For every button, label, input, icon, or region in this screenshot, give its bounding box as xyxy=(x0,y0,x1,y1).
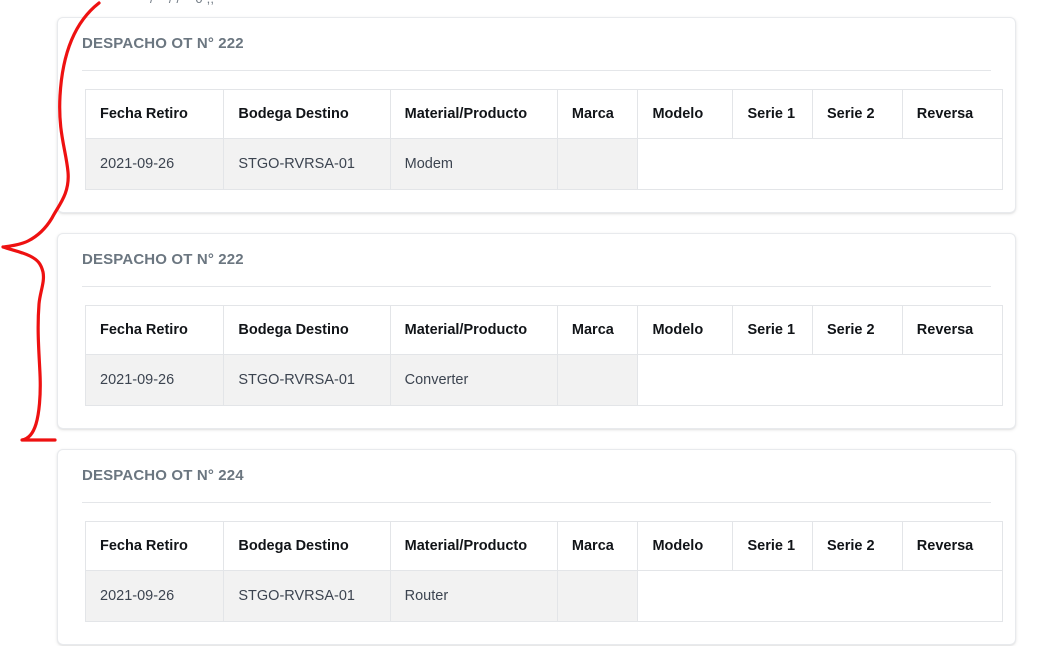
column-header-marca: Marca xyxy=(556,89,639,139)
cell-fecha-retiro: 2021-09-26 xyxy=(84,570,225,622)
dispatch-table: Fecha Retiro Bodega Destino Material/Pro… xyxy=(84,305,1004,406)
clipped-text-above-fold: / – / / – 0 ,, xyxy=(0,0,1046,7)
table-header-row: Fecha Retiro Bodega Destino Material/Pro… xyxy=(84,521,1004,571)
table-row: 2021-09-26 STGO-RVRSA-01 Router xyxy=(84,570,1003,622)
card-header: DESPACHO OT N° 222 xyxy=(58,18,1015,71)
column-header-serie-2: Serie 2 xyxy=(811,305,903,355)
table-row: 2021-09-26 STGO-RVRSA-01 Modem xyxy=(84,138,1003,190)
column-header-reversa: Reversa xyxy=(901,521,1004,571)
column-header-fecha-retiro: Fecha Retiro xyxy=(84,305,225,355)
dispatch-table: Fecha Retiro Bodega Destino Material/Pro… xyxy=(84,89,1004,190)
table-header-row: Fecha Retiro Bodega Destino Material/Pro… xyxy=(84,89,1004,139)
despacho-card[interactable]: DESPACHO OT N° 222 Fecha Retiro Bodega D… xyxy=(57,17,1016,213)
cell-marca xyxy=(556,354,639,406)
card-body: Fecha Retiro Bodega Destino Material/Pro… xyxy=(58,71,1015,212)
table-row: 2021-09-26 STGO-RVRSA-01 Converter xyxy=(84,354,1003,406)
cell-merged-empty xyxy=(637,570,1003,622)
cell-bodega-destino: STGO-RVRSA-01 xyxy=(223,570,391,622)
page-root: / – / / – 0 ,, DESPACHO OT N° 222 xyxy=(0,0,1046,646)
column-header-serie-1: Serie 1 xyxy=(732,305,813,355)
column-header-serie-2: Serie 2 xyxy=(811,521,903,571)
column-header-serie-2: Serie 2 xyxy=(811,89,903,139)
cell-material-producto: Router xyxy=(389,570,558,622)
column-header-reversa: Reversa xyxy=(901,89,1004,139)
despacho-card[interactable]: DESPACHO OT N° 224 Fecha Retiro Bodega D… xyxy=(57,449,1016,645)
column-header-bodega-destino: Bodega Destino xyxy=(223,521,391,571)
despacho-card-list: DESPACHO OT N° 222 Fecha Retiro Bodega D… xyxy=(57,17,1016,646)
card-body: Fecha Retiro Bodega Destino Material/Pro… xyxy=(58,287,1015,428)
table-header-row: Fecha Retiro Bodega Destino Material/Pro… xyxy=(84,305,1004,355)
cell-fecha-retiro: 2021-09-26 xyxy=(84,354,225,406)
column-header-modelo: Modelo xyxy=(637,521,734,571)
cell-bodega-destino: STGO-RVRSA-01 xyxy=(223,138,391,190)
column-header-material-producto: Material/Producto xyxy=(389,521,558,571)
cell-marca xyxy=(556,138,639,190)
cell-merged-empty xyxy=(637,138,1003,190)
cell-marca xyxy=(556,570,639,622)
card-title: DESPACHO OT N° 222 xyxy=(82,35,244,52)
column-header-serie-1: Serie 1 xyxy=(732,521,813,571)
column-header-reversa: Reversa xyxy=(901,305,1004,355)
card-body: Fecha Retiro Bodega Destino Material/Pro… xyxy=(58,503,1015,644)
card-header: DESPACHO OT N° 224 xyxy=(58,450,1015,503)
card-title: DESPACHO OT N° 222 xyxy=(82,251,244,268)
column-header-serie-1: Serie 1 xyxy=(732,89,813,139)
cell-fecha-retiro: 2021-09-26 xyxy=(84,138,225,190)
column-header-fecha-retiro: Fecha Retiro xyxy=(84,521,225,571)
cell-material-producto: Modem xyxy=(389,138,558,190)
despacho-card[interactable]: DESPACHO OT N° 222 Fecha Retiro Bodega D… xyxy=(57,233,1016,429)
column-header-material-producto: Material/Producto xyxy=(389,89,558,139)
column-header-bodega-destino: Bodega Destino xyxy=(223,89,391,139)
column-header-material-producto: Material/Producto xyxy=(389,305,558,355)
cell-bodega-destino: STGO-RVRSA-01 xyxy=(223,354,391,406)
column-header-modelo: Modelo xyxy=(637,89,734,139)
cell-material-producto: Converter xyxy=(389,354,558,406)
column-header-fecha-retiro: Fecha Retiro xyxy=(84,89,225,139)
card-title: DESPACHO OT N° 224 xyxy=(82,467,244,484)
column-header-bodega-destino: Bodega Destino xyxy=(223,305,391,355)
column-header-marca: Marca xyxy=(556,305,639,355)
cell-merged-empty xyxy=(637,354,1003,406)
column-header-modelo: Modelo xyxy=(637,305,734,355)
clipped-text-content: / – / / – 0 ,, xyxy=(0,0,1046,6)
card-header: DESPACHO OT N° 222 xyxy=(58,234,1015,287)
column-header-marca: Marca xyxy=(556,521,639,571)
dispatch-table: Fecha Retiro Bodega Destino Material/Pro… xyxy=(84,521,1004,622)
